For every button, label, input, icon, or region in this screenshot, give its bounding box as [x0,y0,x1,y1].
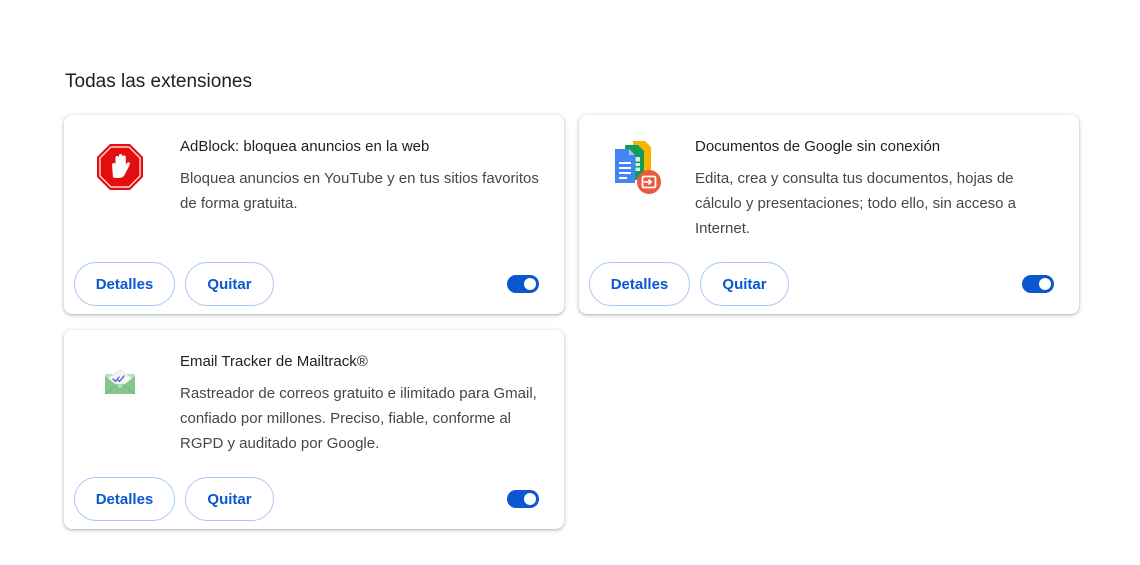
extension-description: Rastreador de correos gratuito e ilimita… [180,385,537,452]
extension-name: Documentos de Google sin conexión [695,138,941,155]
remove-button[interactable]: Quitar [185,262,274,306]
toggle-knob [524,278,536,290]
enable-toggle[interactable] [1022,275,1054,293]
remove-button[interactable]: Quitar [700,262,789,306]
section-title: Todas las extensiones [65,71,252,92]
extension-card-adblock: AdBlock: bloquea anuncios en la web Bloq… [64,115,564,314]
extension-name: AdBlock: bloquea anuncios en la web [180,138,430,155]
extension-description: Edita, crea y consulta tus documentos, h… [695,170,1017,237]
enable-toggle[interactable] [507,490,539,508]
details-button[interactable]: Detalles [74,477,175,521]
mailtrack-envelope-icon [92,354,148,410]
extension-card-mailtrack: Email Tracker de Mailtrack® Rastreador d… [64,330,564,529]
adblock-stop-hand-icon [92,139,148,195]
extension-card-google-docs-offline: Documentos de Google sin conexión Edita,… [579,115,1079,314]
enable-toggle[interactable] [507,275,539,293]
details-button[interactable]: Detalles [589,262,690,306]
extension-name: Email Tracker de Mailtrack® [180,353,368,370]
remove-button[interactable]: Quitar [185,477,274,521]
details-button[interactable]: Detalles [74,262,175,306]
extension-description: Bloquea anuncios en YouTube y en tus sit… [180,170,539,212]
toggle-knob [524,493,536,505]
google-docs-offline-icon [607,139,663,195]
toggle-knob [1039,278,1051,290]
